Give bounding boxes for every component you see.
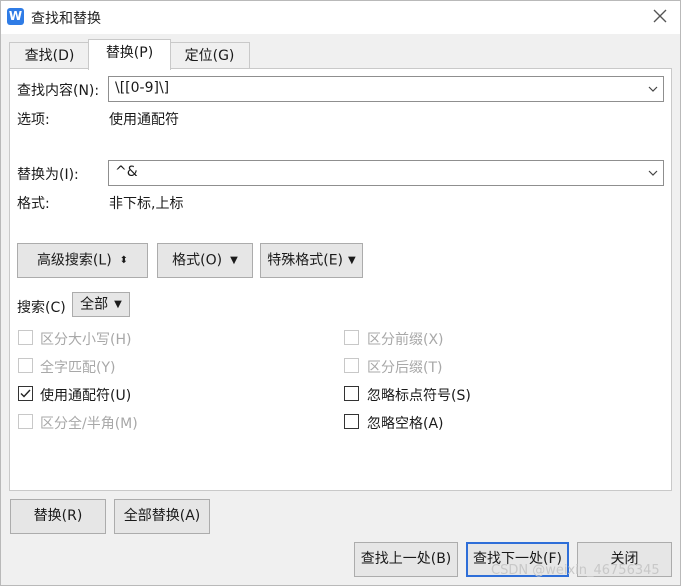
ignore-spaces-label: 忽略空格(A) xyxy=(367,416,444,432)
match-prefix-label: 区分前缀(X) xyxy=(367,332,444,348)
find-options-value: 使用通配符 xyxy=(109,112,179,128)
tab-find[interactable]: 查找(D) xyxy=(9,42,90,70)
replace-with-value: ^& xyxy=(115,164,138,180)
watermark-text: CSDN @weixin_46756345 xyxy=(491,563,660,578)
find-options-label: 选项: xyxy=(17,112,50,128)
search-direction-select[interactable]: 全部 ▼ xyxy=(72,292,130,317)
match-suffix-label: 区分后缀(T) xyxy=(367,360,443,376)
replace-format-label: 格式: xyxy=(17,196,50,212)
search-direction-label: 搜索(C) xyxy=(17,300,66,316)
advanced-search-label: 高级搜索(L) xyxy=(36,252,112,269)
tab-goto[interactable]: 定位(G) xyxy=(169,42,250,70)
format-button[interactable]: 格式(O) ▼ xyxy=(157,243,253,278)
close-icon[interactable] xyxy=(649,5,671,27)
replace-with-combo[interactable]: ^& xyxy=(108,160,664,186)
format-label: 格式(O) xyxy=(172,252,223,269)
wps-writer-icon: W xyxy=(7,8,24,25)
window-title: 查找和替换 xyxy=(31,11,101,27)
checkmark-icon xyxy=(20,389,31,398)
full-half-width-label: 区分全/半角(M) xyxy=(40,416,138,432)
chevron-down-icon[interactable] xyxy=(647,167,659,179)
ignore-punctuation-label: 忽略标点符号(S) xyxy=(367,388,471,404)
special-format-label: 特殊格式(E) xyxy=(267,252,344,269)
use-wildcards-checkbox[interactable] xyxy=(18,386,33,401)
match-case-checkbox[interactable] xyxy=(18,330,33,345)
replace-format-value: 非下标,上标 xyxy=(109,196,184,212)
ignore-punctuation-checkbox[interactable] xyxy=(344,386,359,401)
replace-button[interactable]: 替换(R) xyxy=(10,499,106,534)
match-suffix-checkbox[interactable] xyxy=(344,358,359,373)
whole-word-label: 全字匹配(Y) xyxy=(40,360,116,376)
find-what-label: 查找内容(N): xyxy=(17,83,100,99)
match-case-label: 区分大小写(H) xyxy=(40,332,132,348)
tab-replace[interactable]: 替换(P) xyxy=(88,39,171,70)
chevron-down-icon[interactable] xyxy=(647,83,659,95)
find-replace-dialog: W 查找和替换 查找(D) 替换(P) 定位(G) 查找内容(N): \[[0-… xyxy=(0,0,681,586)
dropdown-arrow-icon: ▼ xyxy=(348,255,356,266)
match-prefix-checkbox[interactable] xyxy=(344,330,359,345)
whole-word-checkbox[interactable] xyxy=(18,358,33,373)
dropdown-arrow-icon: ▼ xyxy=(230,255,238,266)
advanced-search-button[interactable]: 高级搜索(L) ⬍ xyxy=(17,243,148,278)
find-previous-button[interactable]: 查找上一处(B) xyxy=(354,542,458,577)
special-format-button[interactable]: 特殊格式(E) ▼ xyxy=(260,243,363,278)
collapse-icon: ⬍ xyxy=(119,255,129,266)
search-direction-value: 全部 xyxy=(80,296,109,313)
dropdown-arrow-icon: ▼ xyxy=(114,299,122,310)
find-what-combo[interactable]: \[[0-9]\] xyxy=(108,76,664,102)
replace-all-button[interactable]: 全部替换(A) xyxy=(114,499,210,534)
replace-with-label: 替换为(I): xyxy=(17,167,79,183)
full-half-width-checkbox[interactable] xyxy=(18,414,33,429)
find-what-value: \[[0-9]\] xyxy=(115,80,170,96)
ignore-spaces-checkbox[interactable] xyxy=(344,414,359,429)
title-bar: W 查找和替换 xyxy=(1,1,680,34)
use-wildcards-label: 使用通配符(U) xyxy=(40,388,132,404)
